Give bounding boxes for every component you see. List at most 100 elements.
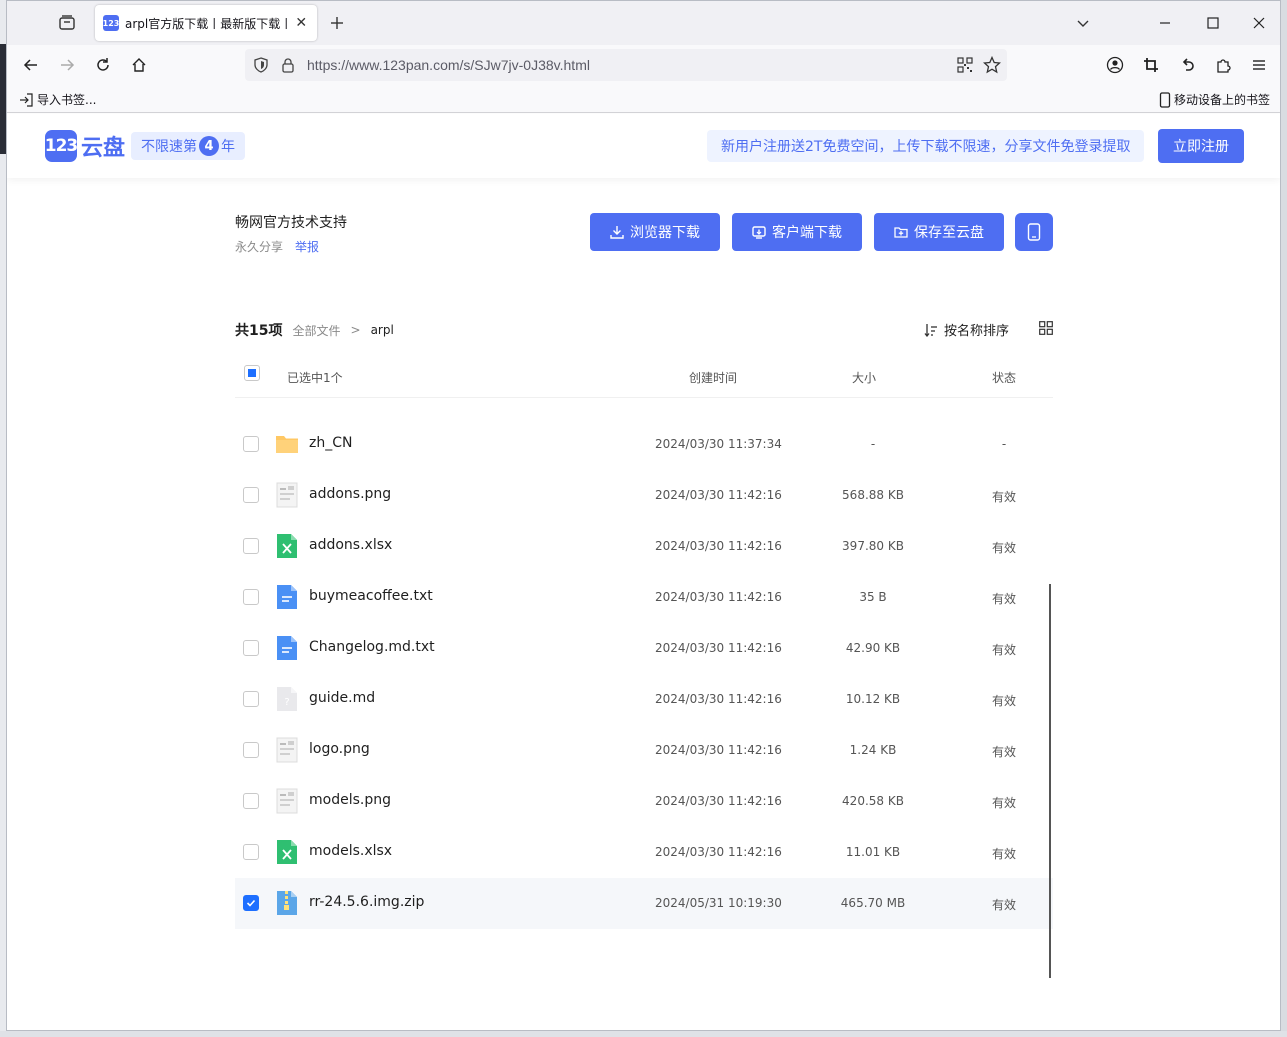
extensions-button[interactable] [1211,53,1235,77]
file-name[interactable]: models.png [309,792,391,808]
row-checkbox[interactable] [243,742,259,758]
text-file-icon [277,636,297,660]
file-row[interactable]: Changelog.md.txt 2024/03/30 11:42:16 42.90… [235,623,1053,674]
file-created-time: 2024/03/30 11:42:16 [655,488,782,502]
file-size: 35 B [859,590,887,604]
mobile-device-icon [1159,91,1171,108]
sort-control[interactable]: 按名称排序 [924,320,1009,339]
row-checkbox[interactable] [243,487,259,503]
address-bar[interactable]: https://www.123pan.com/s/SJw7jv-0J38v.ht… [245,49,1007,81]
select-all-checkbox[interactable] [244,365,260,381]
file-list-header: 已选中1个 创建时间 大小 状态 [235,354,1053,398]
minimize-button[interactable] [1153,11,1177,35]
tab-overflow-button[interactable] [1071,11,1095,35]
excel-file-icon [277,840,297,864]
tracking-protection-shield-icon[interactable] [253,57,269,73]
file-name[interactable]: buymeacoffee.txt [309,588,433,604]
file-row[interactable]: addons.xlsx 2024/03/30 11:42:16 397.80 KB 有… [235,521,1053,572]
file-size: 1.24 KB [849,743,897,757]
maximize-button[interactable] [1201,11,1225,35]
site-logo[interactable]: 123 云盘 不限速第 4 年 [45,130,246,162]
breadcrumb-current: arpl [370,323,394,337]
forward-button[interactable] [55,53,79,77]
account-button[interactable] [1103,53,1127,77]
file-name[interactable]: Changelog.md.txt [309,639,435,655]
file-status: 有效 [991,694,1016,708]
file-name[interactable]: addons.xlsx [309,537,392,553]
row-checkbox[interactable] [243,640,259,656]
file-row[interactable]: models.xlsx 2024/03/30 11:42:16 11.01 KB 有效 [235,827,1053,878]
back-button[interactable] [19,53,43,77]
screenshot-button[interactable] [1139,53,1163,77]
file-created-time: 2024/03/30 11:37:34 [655,437,782,451]
file-name[interactable]: rr-24.5.6.img.zip [309,894,424,910]
file-row[interactable]: buymeacoffee.txt 2024/03/30 11:42:16 35 B 有… [235,572,1053,623]
row-checkbox[interactable] [243,538,259,554]
undo-icon [1182,58,1194,71]
undo-close-button[interactable] [1175,53,1199,77]
register-button[interactable]: 立即注册 [1158,129,1244,163]
web-page: 123 云盘 不限速第 4 年 新用户注册送2T免费空间，上传下载不限速，分享文… [7,114,1280,1030]
sort-icon [924,323,937,337]
file-list[interactable]: zh_CN 2024/03/30 11:37:34 - - addons.png 2024… [235,399,1055,979]
row-checkbox[interactable] [243,895,259,911]
file-name[interactable]: logo.png [309,741,370,757]
file-row[interactable]: models.png 2024/03/30 11:42:16 420.58 KB 有效 [235,776,1053,827]
list-scrollbar[interactable] [1049,584,1051,978]
file-row[interactable]: addons.png 2024/03/30 11:42:16 568.88 KB 有效 [235,470,1053,521]
client-download-label: 客户端下载 [772,225,842,241]
file-name[interactable]: addons.png [309,486,391,502]
tab-list-button[interactable] [55,11,79,35]
file-name[interactable]: guide.md [309,690,375,706]
file-name[interactable]: models.xlsx [309,843,392,859]
save-to-cloud-button[interactable]: 保存至云盘 [874,213,1004,251]
grid-view-icon[interactable] [1039,321,1053,335]
close-window-button[interactable] [1247,11,1271,35]
zip-file-icon [277,891,297,915]
logo-text: 云盘 [81,136,126,161]
share-permanence: 永久分享 [235,240,284,254]
tab-strip: 123 arpl官方版下载丨最新版下载丨 ✕ [7,1,1280,45]
report-link[interactable]: 举报 [295,238,319,255]
client-download-button[interactable]: 客户端下载 [732,213,862,251]
row-checkbox[interactable] [243,844,259,860]
home-button[interactable] [127,53,151,77]
mobile-bookmarks-item[interactable]: 移动设备上的书签 [1159,91,1270,108]
row-checkbox[interactable] [243,691,259,707]
browser-window: 123 arpl官方版下载丨最新版下载丨 ✕ https://www.123pa… [6,0,1281,1031]
lock-icon[interactable] [281,57,295,73]
import-bookmarks-item[interactable]: 导入书签... [19,91,96,108]
tab-title: arpl官方版下载丨最新版下载丨 [125,16,288,31]
chevron-down-icon [1077,20,1089,27]
file-row[interactable]: zh_CN 2024/03/30 11:37:34 - - [235,419,1053,470]
bookmarks-toolbar: 导入书签... 移动设备上的书签 [7,85,1280,113]
file-row[interactable]: rr-24.5.6.img.zip 2024/05/31 10:19:30 465.… [235,878,1053,929]
sort-label: 按名称排序 [944,324,1010,339]
row-checkbox[interactable] [243,589,259,605]
tab-close-icon[interactable]: ✕ [294,15,309,31]
reload-button[interactable] [91,53,115,77]
browser-download-button[interactable]: 浏览器下载 [590,213,720,251]
navigation-toolbar: https://www.123pan.com/s/SJw7jv-0J38v.ht… [7,45,1280,85]
column-size[interactable]: 大小 [852,369,876,386]
app-menu-button[interactable] [1247,53,1271,77]
active-tab[interactable]: 123 arpl官方版下载丨最新版下载丨 ✕ [95,5,317,41]
url-text[interactable]: https://www.123pan.com/s/SJw7jv-0J38v.ht… [307,57,590,73]
file-name[interactable]: zh_CN [309,435,352,451]
breadcrumb-root[interactable]: 全部文件 [292,322,340,339]
file-row-partial[interactable] [235,399,1053,406]
promo-banner[interactable]: 新用户注册送2T免费空间，上传下载不限速，分享文件免登录提取 [707,130,1145,162]
mobile-qr-button[interactable] [1015,213,1053,251]
new-tab-button[interactable] [325,11,349,35]
column-created-time[interactable]: 创建时间 [689,369,737,386]
row-checkbox[interactable] [243,793,259,809]
bookmark-star-icon[interactable] [983,56,1001,74]
site-header: 123 云盘 不限速第 4 年 新用户注册送2T免费空间，上传下载不限速，分享文… [7,114,1280,178]
row-checkbox[interactable] [243,436,259,452]
svg-text:?: ? [284,697,289,708]
file-row[interactable]: logo.png 2024/03/30 11:42:16 1.24 KB 有效 [235,725,1053,776]
selected-count: 已选中1个 [287,371,343,385]
file-row[interactable]: ? guide.md 2024/03/30 11:42:16 10.12 KB 有效 [235,674,1053,725]
file-status: 有效 [991,898,1016,912]
qr-code-icon[interactable] [957,57,973,73]
